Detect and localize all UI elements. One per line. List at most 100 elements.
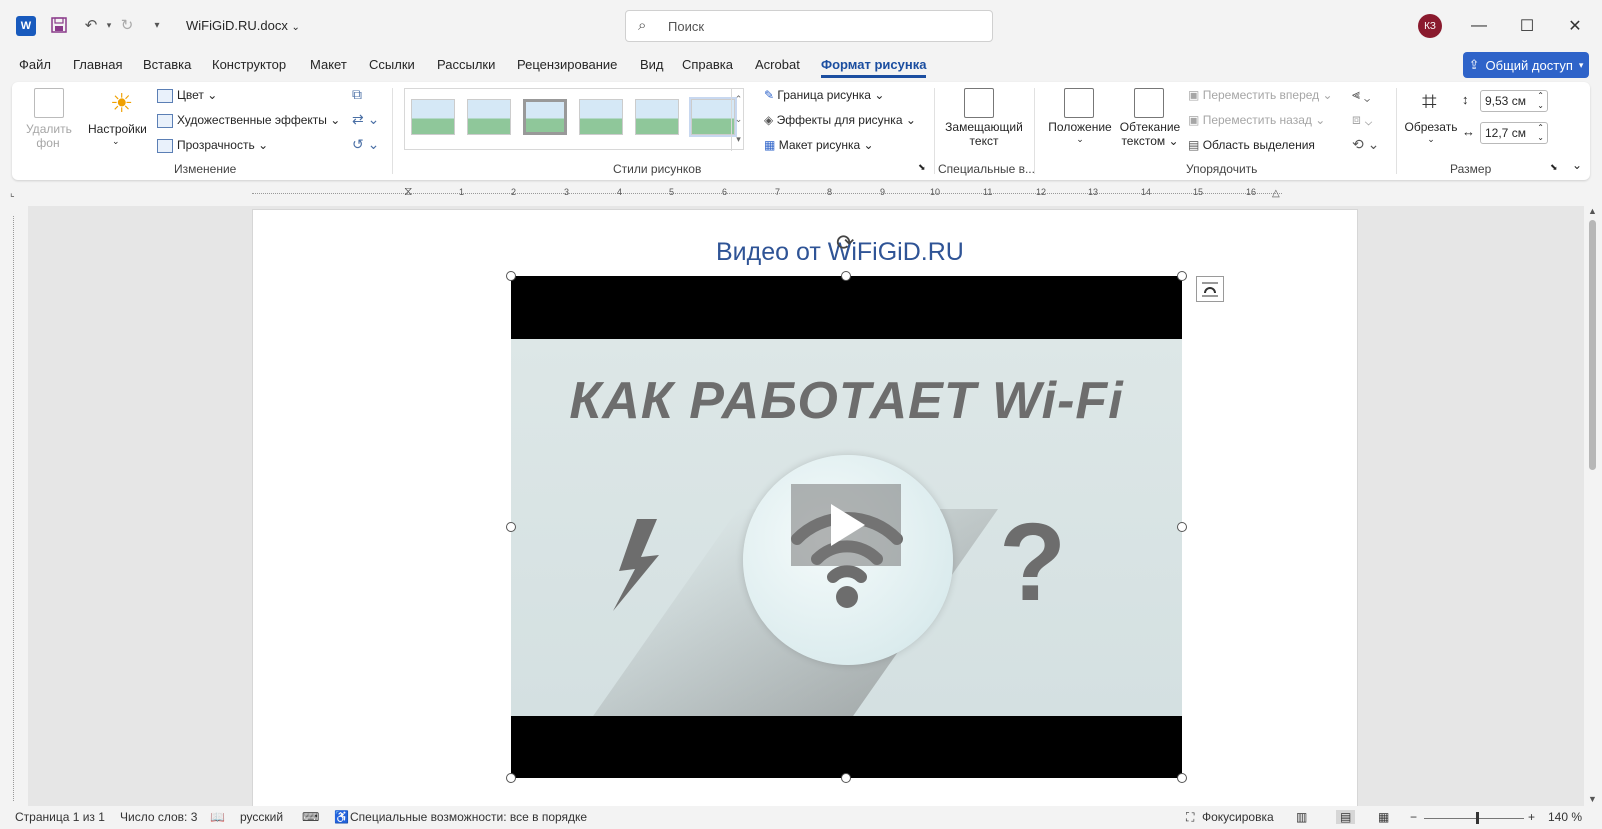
color-button[interactable]: Цвет ⌄ <box>157 88 217 103</box>
resize-handle[interactable] <box>1177 522 1187 532</box>
change-picture-icon[interactable]: ⇄ ⌄ <box>352 111 379 128</box>
zoom-slider-thumb[interactable] <box>1476 812 1479 824</box>
picture-effects-icon: ◈ <box>764 113 774 127</box>
tab-picture-format[interactable]: Формат рисунка <box>821 57 927 78</box>
focus-icon[interactable]: ⛶ <box>1186 810 1194 825</box>
question-mark: ? <box>999 501 1067 624</box>
tab-view[interactable]: Вид <box>640 57 664 72</box>
zoom-slider[interactable] <box>1424 818 1524 819</box>
picture-style-thumb[interactable] <box>579 99 623 135</box>
align-icon[interactable]: ⫷ ⌄ <box>1352 86 1370 103</box>
selection-pane-button[interactable]: ▤ Область выделения <box>1188 138 1315 152</box>
tab-insert[interactable]: Вставка <box>143 57 191 72</box>
share-button[interactable]: ⇪ Общий доступ ▾ <box>1463 52 1589 78</box>
zoom-in-icon[interactable]: + <box>1528 810 1535 824</box>
rotate-icon[interactable]: ⟲ ⌄ <box>1352 136 1379 153</box>
vertical-ruler[interactable] <box>0 206 28 806</box>
minimize-icon[interactable]: — <box>1464 12 1494 40</box>
maximize-icon[interactable]: ☐ <box>1512 12 1542 40</box>
resize-handle[interactable] <box>1177 773 1187 783</box>
search-input[interactable]: ⌕ Поиск <box>625 10 993 42</box>
layout-options-button[interactable] <box>1196 276 1224 302</box>
customize-toolbar-icon[interactable]: ▾ <box>146 14 168 36</box>
tab-home[interactable]: Главная <box>73 57 122 72</box>
tab-selector-icon[interactable]: ⌞ <box>10 188 15 199</box>
avatar[interactable]: КЗ <box>1418 14 1442 38</box>
resize-handle[interactable] <box>506 271 516 281</box>
selected-picture[interactable]: КАК РАБОТАЕТ Wi-Fi ? <box>506 271 1187 783</box>
tab-references[interactable]: Ссылки <box>369 57 415 72</box>
artistic-effects-button[interactable]: Художественные эффекты ⌄ <box>157 113 340 128</box>
scroll-up-icon[interactable]: ▲ <box>1588 206 1597 216</box>
picture-layout-button[interactable]: ▦ Макет рисунка ⌄ <box>764 138 874 152</box>
scrollbar-thumb[interactable] <box>1589 220 1596 470</box>
redo-icon[interactable]: ↻ <box>116 14 138 36</box>
zoom-out-icon[interactable]: − <box>1410 810 1417 824</box>
crop-button[interactable]: Обрезать ⌄ <box>1404 120 1458 145</box>
vertical-scrollbar[interactable]: ▲ ▼ <box>1584 206 1602 806</box>
tab-acrobat[interactable]: Acrobat <box>755 57 800 72</box>
picture-style-thumb[interactable] <box>411 99 455 135</box>
ruler-number: 5 <box>669 187 675 197</box>
accessibility-icon[interactable]: ♿ <box>334 810 349 824</box>
crop-icon: ⌗ <box>1422 86 1437 116</box>
picture-border-button[interactable]: ✎ Граница рисунка ⌄ <box>764 88 884 102</box>
picture-style-thumb[interactable] <box>467 99 511 135</box>
tab-design[interactable]: Конструктор <box>212 57 286 72</box>
print-layout-icon[interactable]: ▤ <box>1336 810 1356 824</box>
corrections-button[interactable]: Настройки <box>88 122 147 136</box>
collapse-ribbon-icon[interactable]: ⌄ <box>1572 158 1582 172</box>
dialog-launcher-icon[interactable]: ⬊ <box>918 162 926 173</box>
picture-style-thumb[interactable] <box>689 97 737 137</box>
group-objects-icon[interactable]: ⧈ ⌄ <box>1352 111 1372 128</box>
tab-review[interactable]: Рецензирование <box>517 57 617 72</box>
resize-handle[interactable] <box>841 773 851 783</box>
page-count[interactable]: Страница 1 из 1 <box>15 810 105 824</box>
tab-file[interactable]: Файл <box>19 57 51 72</box>
scroll-down-icon[interactable]: ▼ <box>1588 794 1597 804</box>
rotate-handle-icon[interactable]: ⟳ <box>836 230 854 256</box>
remove-background-button[interactable]: Удалить фон <box>26 122 72 150</box>
resize-handle[interactable] <box>841 271 851 281</box>
position-button[interactable]: Положение ⌄ <box>1044 120 1116 145</box>
focus-mode-button[interactable]: Фокусировка <box>1202 810 1274 824</box>
alt-text-button[interactable]: Замещающий текст <box>944 120 1024 148</box>
save-icon[interactable] <box>48 14 70 36</box>
resize-handle[interactable] <box>506 522 516 532</box>
resize-handle[interactable] <box>506 773 516 783</box>
accessibility-status[interactable]: Специальные возможности: все в порядке <box>350 810 587 824</box>
language-indicator[interactable]: русский <box>240 810 283 824</box>
indent-marker-icon[interactable]: ⧖ <box>404 184 412 199</box>
picture-style-thumb[interactable] <box>635 99 679 135</box>
dialog-launcher-icon[interactable]: ⬊ <box>1550 162 1558 173</box>
bring-forward-button[interactable]: ▣ Переместить вперед ⌄ <box>1188 88 1333 102</box>
zoom-level[interactable]: 140 % <box>1548 810 1582 824</box>
document-title[interactable]: WiFiGiD.RU.docx ⌄ <box>186 18 300 33</box>
height-field[interactable]: 9,53 см ⌃ ⌄ <box>1480 90 1548 112</box>
send-backward-button[interactable]: ▣ Переместить назад ⌄ <box>1188 113 1325 127</box>
proofing-icon[interactable]: 📖 <box>210 810 225 824</box>
remove-background-icon <box>34 88 64 118</box>
close-icon[interactable]: ✕ <box>1560 12 1590 40</box>
gallery-scroll[interactable]: ⌃ ⌄ ▾ <box>731 89 745 151</box>
tab-layout[interactable]: Макет <box>310 57 347 72</box>
horizontal-ruler[interactable]: ⌞ ⧖ △ 1 2 3 4 5 6 7 8 9 10 11 12 13 14 1… <box>0 184 1602 206</box>
picture-effects-button[interactable]: ◈ Эффекты для рисунка ⌄ <box>764 113 916 127</box>
picture-style-thumb[interactable] <box>523 99 567 135</box>
width-field[interactable]: 12,7 см ⌃ ⌄ <box>1480 122 1548 144</box>
right-indent-marker-icon[interactable]: △ <box>1272 188 1280 199</box>
word-count[interactable]: Число слов: 3 <box>120 810 197 824</box>
tab-mailings[interactable]: Рассылки <box>437 57 495 72</box>
read-mode-icon[interactable]: ▥ <box>1296 810 1307 824</box>
wrap-text-button[interactable]: Обтекание текстом ⌄ <box>1118 120 1182 148</box>
transparency-button[interactable]: Прозрачность ⌄ <box>157 138 268 153</box>
play-button[interactable] <box>791 484 901 566</box>
web-layout-icon[interactable]: ▦ <box>1378 810 1389 824</box>
reset-picture-icon[interactable]: ↺ ⌄ <box>352 136 379 153</box>
predictions-icon[interactable]: ⌨ <box>302 810 319 824</box>
compress-pictures-icon[interactable]: ⧉ <box>352 86 362 103</box>
resize-handle[interactable] <box>1177 271 1187 281</box>
bring-forward-icon: ▣ <box>1188 88 1200 102</box>
tab-help[interactable]: Справка <box>682 57 733 72</box>
group-separator <box>934 88 935 174</box>
